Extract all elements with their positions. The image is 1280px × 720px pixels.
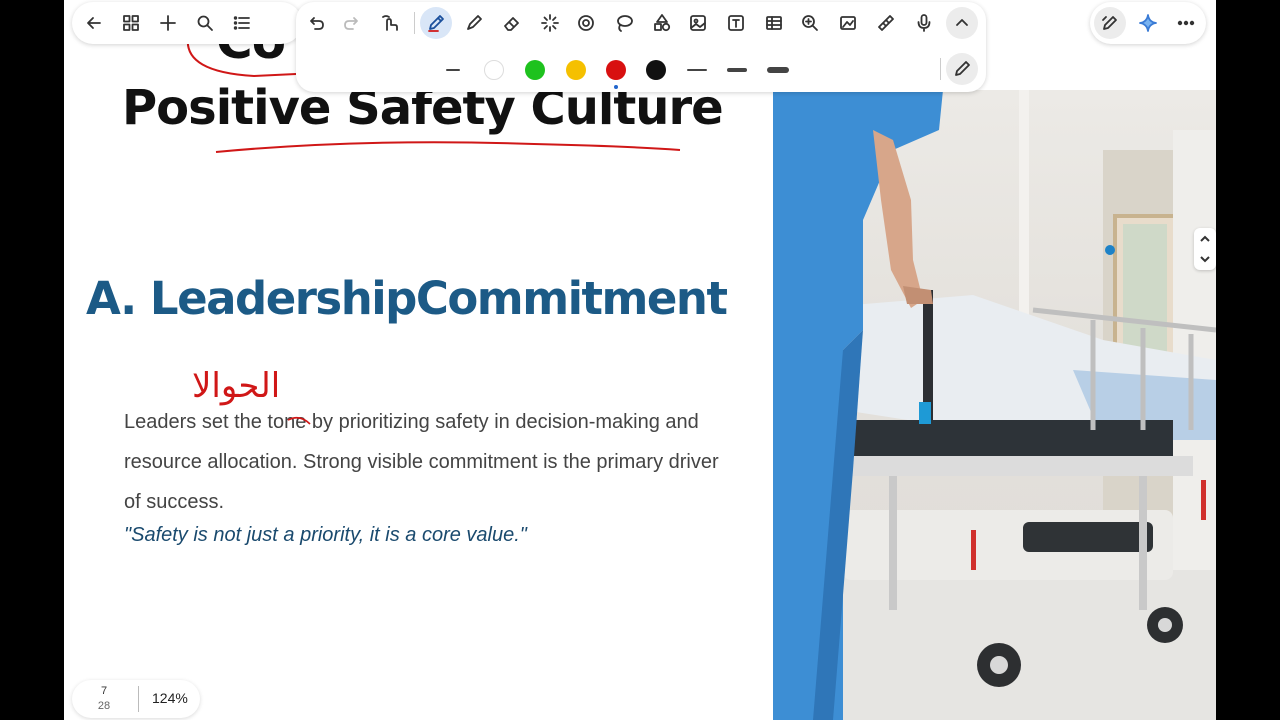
- ai-pen-icon: [1102, 16, 1117, 30]
- eraser-icon: [504, 17, 519, 31]
- zoom-level[interactable]: 124%: [152, 690, 188, 706]
- lasso-hand-icon: [382, 15, 398, 31]
- page-current-number: 7: [100, 685, 108, 697]
- right-toolbar: [1090, 2, 1206, 44]
- color-red-swatch[interactable]: [606, 60, 626, 80]
- section-heading: A. LeadershipCommitment: [86, 272, 728, 325]
- color-yellow-swatch[interactable]: [566, 60, 586, 80]
- ink-handwritten-note: الحوالا: [192, 366, 281, 406]
- ink-underline-stroke: [215, 141, 681, 153]
- undo-button[interactable]: [300, 7, 332, 39]
- color-white-swatch[interactable]: [484, 60, 504, 80]
- hospital-illustration: [773, 90, 1216, 720]
- eraser-button[interactable]: [496, 7, 528, 39]
- document-page: Co Positive Safety Culture A. Leadership…: [64, 0, 1216, 720]
- table-icon: [766, 16, 782, 30]
- color-green-swatch[interactable]: [525, 60, 545, 80]
- toolbar-divider: [414, 12, 415, 34]
- image-button[interactable]: [682, 7, 714, 39]
- chevron-up-icon[interactable]: [1198, 232, 1212, 246]
- pen-icon: [428, 15, 444, 32]
- chevron-down-icon[interactable]: [1198, 252, 1212, 266]
- search-icon: [197, 15, 213, 31]
- zoom-tool-button[interactable]: [794, 7, 826, 39]
- zoom-icon: [802, 15, 818, 31]
- grid-icon: [123, 15, 139, 31]
- body-paragraph: Leaders set the tone by prioritizing saf…: [124, 411, 719, 513]
- stroke-medium-option[interactable]: [687, 69, 707, 71]
- text-box-icon: [728, 15, 744, 31]
- lasso-button[interactable]: [608, 7, 640, 39]
- shapes-button[interactable]: [646, 7, 678, 39]
- stroke-heavy-option[interactable]: [767, 67, 789, 73]
- plus-icon: [160, 15, 176, 31]
- stroke-thick-option[interactable]: [727, 68, 747, 72]
- highlighter-icon: [467, 15, 482, 30]
- color-black-swatch[interactable]: [646, 60, 666, 80]
- search-button[interactable]: [189, 7, 221, 39]
- image-icon: [690, 15, 706, 31]
- photo-button[interactable]: [832, 7, 864, 39]
- shape-recognition-icon: [578, 15, 594, 31]
- undo-icon: [310, 17, 324, 30]
- table-button[interactable]: [758, 7, 790, 39]
- outline-button[interactable]: [226, 7, 258, 39]
- text-box-button[interactable]: [720, 7, 752, 39]
- page-indicator[interactable]: 7 28 124%: [72, 680, 200, 718]
- quote-text: "Safety is not just a priority, it is a …: [124, 524, 527, 546]
- nav-toolbar: [72, 2, 302, 44]
- highlighter-button[interactable]: [458, 7, 490, 39]
- page-total-number: 28: [97, 700, 111, 712]
- thumbnails-button[interactable]: [115, 7, 147, 39]
- collapse-toolbar-button[interactable]: [946, 7, 978, 39]
- stroke-thin-option[interactable]: [446, 69, 460, 71]
- shapes-icon: [654, 14, 671, 32]
- hospital-photo: [773, 90, 1216, 720]
- lasso-icon: [617, 15, 633, 32]
- page-indicator-divider: [138, 686, 139, 712]
- ruler-icon: [878, 15, 894, 31]
- toolbar-divider: [940, 58, 941, 80]
- sparkle-icon: [1139, 14, 1157, 32]
- microphone-icon: [917, 14, 931, 32]
- lasso-hand-button[interactable]: [374, 7, 406, 39]
- page-scroll-control[interactable]: [1194, 228, 1216, 270]
- main-toolbar: [296, 2, 986, 92]
- selected-color-indicator: [614, 85, 618, 89]
- list-icon: [233, 16, 250, 30]
- chevron-up-icon: [956, 19, 968, 26]
- back-arrow-icon: [87, 17, 101, 29]
- ai-pen-button[interactable]: [1094, 7, 1126, 39]
- ai-assist-button[interactable]: [1132, 7, 1164, 39]
- ruler-button[interactable]: [870, 7, 902, 39]
- microphone-button[interactable]: [908, 7, 940, 39]
- laser-pointer-icon: [541, 14, 559, 32]
- more-options-button[interactable]: [1170, 7, 1202, 39]
- add-page-button[interactable]: [152, 7, 184, 39]
- redo-button[interactable]: [336, 7, 368, 39]
- laser-pointer-button[interactable]: [534, 7, 566, 39]
- pen-tool-button[interactable]: [420, 7, 452, 39]
- back-button[interactable]: [78, 7, 110, 39]
- more-icon: [1177, 20, 1195, 26]
- shape-recognition-button[interactable]: [570, 7, 602, 39]
- photo-icon: [840, 16, 856, 30]
- pen-settings-button[interactable]: [946, 53, 978, 85]
- pen-settings-icon: [955, 61, 970, 76]
- redo-icon: [344, 17, 358, 30]
